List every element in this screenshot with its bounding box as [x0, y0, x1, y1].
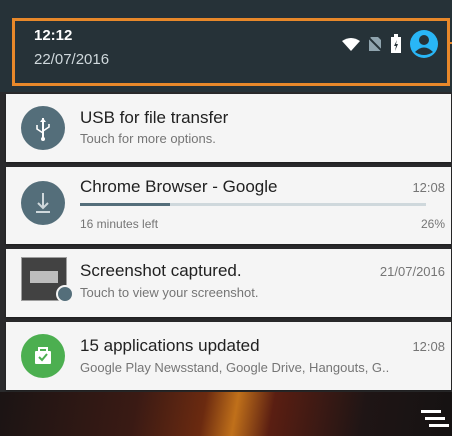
- notification-time: 12:08: [412, 180, 445, 195]
- notification-app-updates[interactable]: 15 applications updated 12:08 Google Pla…: [6, 322, 451, 390]
- download-icon: [21, 181, 65, 225]
- image-badge-icon: [56, 285, 74, 303]
- battery-icon: [391, 34, 401, 53]
- notification-time: 21/07/2016: [379, 264, 445, 279]
- user-avatar-icon[interactable]: [410, 30, 438, 58]
- wifi-icon: [342, 38, 360, 51]
- notification-usb[interactable]: USB for file transfer Touch for more opt…: [6, 94, 451, 162]
- notification-title: USB for file transfer: [80, 108, 229, 127]
- notification-text: 16 minutes left: [80, 217, 159, 231]
- quick-settings-icon[interactable]: [421, 408, 449, 430]
- notification-screenshot[interactable]: Screenshot captured. 21/07/2016 Touch to…: [6, 249, 451, 317]
- notification-title: Screenshot captured.: [80, 261, 242, 280]
- no-sim-icon: [368, 36, 382, 52]
- clock-date: 22/07/2016: [34, 51, 110, 68]
- notification-text: Google Play Newsstand, Google Drive, Han…: [80, 360, 390, 375]
- download-progress-fill: [80, 203, 170, 206]
- notification-title: 15 applications updated: [80, 336, 260, 355]
- clock-time: 12:12: [34, 27, 73, 44]
- wallpaper: [0, 392, 452, 436]
- notification-time: 12:08: [412, 339, 445, 354]
- progress-percent: 26%: [420, 217, 445, 231]
- notification-text: Touch for more options.: [80, 131, 216, 146]
- thumbnail-preview: [30, 271, 58, 283]
- download-progress-bar: [80, 203, 426, 206]
- notification-chrome-download[interactable]: Chrome Browser - Google 12:08 16 minutes…: [6, 167, 451, 244]
- notification-text: Touch to view your screenshot.: [80, 285, 259, 300]
- notification-title: Chrome Browser - Google: [80, 177, 278, 196]
- notification-header: 12:12 22/07/2016: [0, 0, 452, 92]
- play-store-update-icon: [21, 334, 65, 378]
- usb-icon: [21, 106, 65, 150]
